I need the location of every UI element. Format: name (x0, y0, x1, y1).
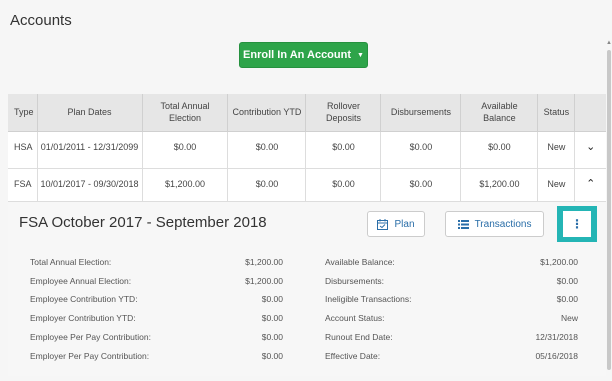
column-header-status: Status (537, 94, 576, 132)
detail-label: Available Balance: (325, 257, 395, 267)
cell-disbursements: $0.00 (380, 168, 462, 206)
chevron-down-icon[interactable]: ⌄ (586, 141, 595, 153)
more-options-button[interactable]: ⋮ (557, 206, 597, 242)
scroll-thumb[interactable] (607, 50, 611, 370)
cell-contribution-ytd: $0.00 (227, 131, 307, 169)
accounts-panel: Accounts Enroll In An Account ▼ ▲ Type P… (0, 0, 612, 381)
enroll-account-label: Enroll In An Account (243, 49, 352, 61)
detail-row: Ineligible Transactions: $0.00 (325, 294, 578, 306)
scroll-up-icon[interactable]: ▲ (606, 40, 612, 46)
cell-status: New (537, 168, 576, 206)
detail-row: Employer Contribution YTD: $0.00 (30, 313, 283, 325)
cell-total-annual-election: $0.00 (142, 131, 229, 169)
cell-type: FSA (8, 168, 38, 206)
detail-row: Employer Per Pay Contribution: $0.00 (30, 351, 283, 363)
table-header-row: Type Plan Dates Total Annual Election Co… (8, 94, 606, 132)
detail-value: $1,200.00 (245, 276, 283, 286)
detail-row: Employee Contribution YTD: $0.00 (30, 294, 283, 306)
detail-label: Runout End Date: (325, 332, 393, 342)
detail-value: $0.00 (556, 294, 578, 304)
detail-row: Account Status: New (325, 313, 578, 325)
detail-value: $0.00 (261, 332, 283, 342)
column-header-total-annual-election: Total Annual Election (142, 94, 229, 132)
list-icon (457, 219, 469, 229)
cell-disbursements: $0.00 (380, 131, 462, 169)
collapse-row-button[interactable]: ⌃ (574, 168, 606, 206)
cell-available-balance: $0.00 (460, 131, 539, 169)
accounts-table: Type Plan Dates Total Annual Election Co… (8, 94, 606, 206)
detail-row: Available Balance: $1,200.00 (325, 257, 578, 269)
scrollbar[interactable]: ▲ (606, 40, 612, 372)
plan-button-label: Plan (394, 218, 415, 230)
table-row[interactable]: FSA 10/01/2017 - 09/30/2018 $1,200.00 $0… (8, 168, 606, 206)
column-header-toggle (574, 94, 606, 132)
account-details-title: FSA October 2017 - September 2018 (19, 214, 267, 231)
expand-row-button[interactable]: ⌄ (574, 131, 606, 169)
detail-row: Effective Date: 05/16/2018 (325, 351, 578, 363)
cell-plan-dates: 10/01/2017 - 09/30/2018 (37, 168, 143, 206)
cell-status: New (537, 131, 576, 169)
detail-value: $0.00 (261, 313, 283, 323)
column-header-contribution-ytd: Contribution YTD (227, 94, 307, 132)
detail-label: Ineligible Transactions: (325, 294, 412, 304)
plan-button[interactable]: Plan (367, 211, 425, 237)
detail-label: Account Status: (325, 313, 385, 323)
transactions-button-label: Transactions (474, 218, 532, 230)
column-header-type: Type (8, 94, 38, 132)
detail-row: Employee Annual Election: $1,200.00 (30, 276, 283, 288)
cell-type: HSA (8, 131, 38, 169)
detail-value: New (560, 313, 578, 323)
column-header-disbursements: Disbursements (380, 94, 462, 132)
detail-label: Disbursements: (325, 276, 385, 286)
detail-value: $0.00 (261, 351, 283, 361)
transactions-button[interactable]: Transactions (445, 211, 544, 237)
detail-value: $0.00 (556, 276, 578, 286)
detail-value: 05/16/2018 (535, 351, 578, 361)
page-title: Accounts (10, 12, 72, 29)
detail-value: $1,200.00 (540, 257, 578, 267)
account-details-panel: FSA October 2017 - September 2018 Plan T… (8, 201, 606, 376)
cell-rollover-deposits: $0.00 (305, 131, 382, 169)
detail-row: Disbursements: $0.00 (325, 276, 578, 288)
detail-row: Employee Per Pay Contribution: $0.00 (30, 332, 283, 344)
detail-label: Employer Per Pay Contribution: (30, 351, 150, 361)
table-row[interactable]: HSA 01/01/2011 - 12/31/2099 $0.00 $0.00 … (8, 131, 606, 169)
caret-down-icon: ▼ (357, 51, 364, 59)
detail-value: $0.00 (261, 294, 283, 304)
cell-plan-dates: 01/01/2011 - 12/31/2099 (37, 131, 143, 169)
detail-label: Employee Contribution YTD: (30, 294, 138, 304)
detail-label: Total Annual Election: (30, 257, 112, 267)
vertical-dots-icon[interactable]: ⋮ (563, 211, 591, 237)
detail-row: Total Annual Election: $1,200.00 (30, 257, 283, 269)
column-header-rollover-deposits: Rollover Deposits (305, 94, 382, 132)
calendar-icon (377, 218, 389, 230)
detail-label: Effective Date: (325, 351, 381, 361)
enroll-account-button[interactable]: Enroll In An Account ▼ (239, 42, 368, 68)
cell-rollover-deposits: $0.00 (305, 168, 382, 206)
detail-label: Employee Annual Election: (30, 276, 132, 286)
cell-total-annual-election: $1,200.00 (142, 168, 229, 206)
detail-label: Employer Contribution YTD: (30, 313, 136, 323)
chevron-up-icon[interactable]: ⌃ (586, 178, 595, 190)
detail-value: $1,200.00 (245, 257, 283, 267)
cell-available-balance: $1,200.00 (460, 168, 539, 206)
detail-value: 12/31/2018 (535, 332, 578, 342)
detail-row: Runout End Date: 12/31/2018 (325, 332, 578, 344)
detail-label: Employee Per Pay Contribution: (30, 332, 151, 342)
cell-contribution-ytd: $0.00 (227, 168, 307, 206)
column-header-plan-dates: Plan Dates (37, 94, 143, 132)
column-header-available-balance: Available Balance (460, 94, 539, 132)
